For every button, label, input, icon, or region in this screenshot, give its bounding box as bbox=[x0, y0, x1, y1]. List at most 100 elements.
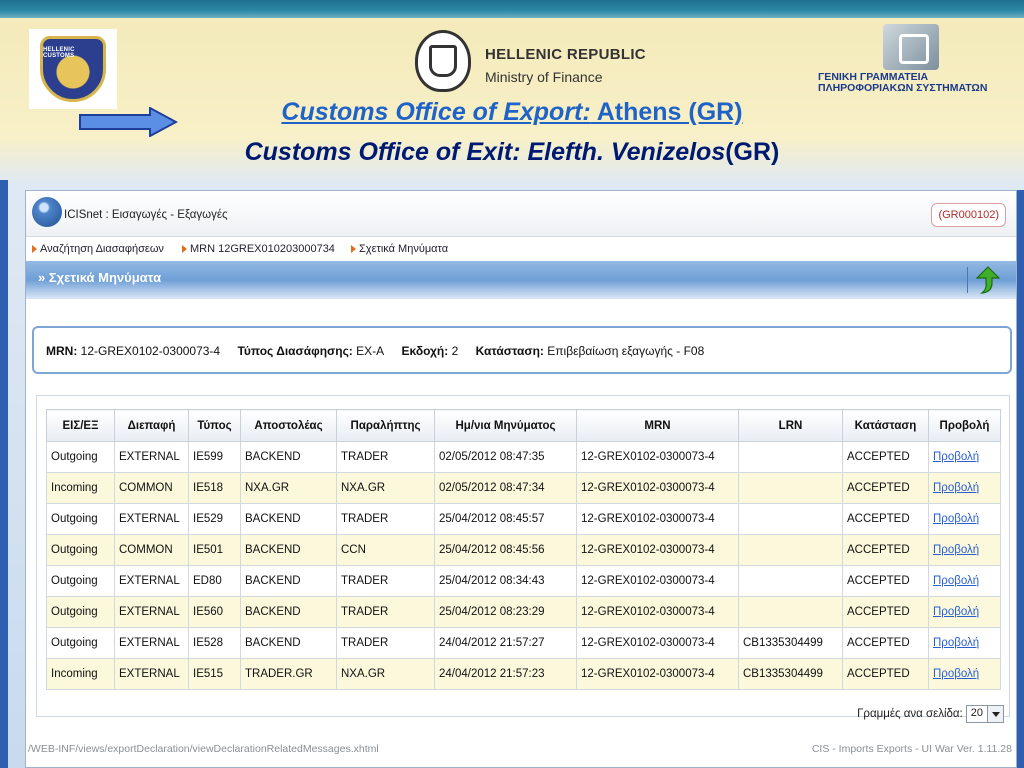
status-cell: ACCEPTED bbox=[842, 658, 929, 690]
mrn-cell: 12-GREX0102-0300073-4 bbox=[576, 503, 739, 535]
direction-cell: Outgoing bbox=[46, 627, 115, 659]
receiver-cell: TRADER bbox=[336, 627, 435, 659]
column-header[interactable]: Παραλήπτης bbox=[336, 409, 435, 442]
date-cell: 24/04/2012 21:57:23 bbox=[434, 658, 577, 690]
date-cell: 25/04/2012 08:23:29 bbox=[434, 596, 577, 628]
status-cell: ACCEPTED bbox=[842, 472, 929, 504]
mrn-cell: 12-GREX0102-0300073-4 bbox=[576, 627, 739, 659]
breadcrumb: Αναζήτηση Διασαφήσεων MRN 12GREX01020300… bbox=[26, 239, 1016, 259]
footer-version: CIS - Imports Exports - UI War Ver. 1.11… bbox=[811, 743, 1012, 755]
view-link[interactable]: Προβολή bbox=[933, 668, 979, 680]
view-link-cell: Προβολή bbox=[928, 565, 1001, 597]
breadcrumb-item-related-messages[interactable]: Σχετικά Μηνύματα bbox=[351, 243, 448, 255]
receiver-cell: TRADER bbox=[336, 565, 435, 597]
table-row[interactable]: Outgoing EXTERNAL IE560 BACKEND TRADER 25/04/… bbox=[46, 596, 1001, 628]
app-window: ICISnet : Εισαγωγές - Εξαγωγές (GR000102… bbox=[25, 190, 1017, 768]
rows-per-page: Γραμμές ανα σελίδα: 20 bbox=[857, 705, 1004, 723]
interface-cell: EXTERNAL bbox=[114, 503, 189, 535]
column-header[interactable]: Κατάσταση bbox=[842, 409, 929, 442]
mrn-value: 12-GREX0102-0300073-4 bbox=[80, 344, 221, 358]
table-row[interactable]: Outgoing COMMON IE501 BACKEND CCN 25/04/2012 … bbox=[46, 534, 1001, 566]
green-up-arrow-icon[interactable] bbox=[974, 265, 1002, 295]
receiver-cell: TRADER bbox=[336, 596, 435, 628]
mrn-cell: 12-GREX0102-0300073-4 bbox=[576, 565, 739, 597]
sender-cell: BACKEND bbox=[240, 565, 337, 597]
interface-cell: COMMON bbox=[114, 472, 189, 504]
interface-cell: EXTERNAL bbox=[114, 441, 189, 473]
breadcrumb-item-mrn[interactable]: MRN 12GREX010203000734 bbox=[182, 243, 335, 255]
interface-cell: COMMON bbox=[114, 534, 189, 566]
direction-cell: Outgoing bbox=[46, 565, 115, 597]
view-link[interactable]: Προβολή bbox=[933, 637, 979, 649]
view-link-cell: Προβολή bbox=[928, 627, 1001, 659]
column-header[interactable]: Ημ/νια Μηνύματος bbox=[434, 409, 577, 442]
rows-per-page-label: Γραμμές ανα σελίδα: bbox=[857, 708, 963, 720]
direction-cell: Outgoing bbox=[46, 441, 115, 473]
left-decorative-strip bbox=[0, 180, 8, 768]
table-header-row: ΕΙΣ/ΕΞ Διεπαφή Τύπος Αποστολέας Παραλήπτ… bbox=[46, 409, 1001, 442]
breadcrumb-item-search[interactable]: Αναζήτηση Διασαφήσεων bbox=[32, 243, 164, 255]
date-cell: 02/05/2012 08:47:34 bbox=[434, 472, 577, 504]
lrn-cell: CB1335304499 bbox=[738, 627, 843, 659]
column-header[interactable]: Διεπαφή bbox=[114, 409, 189, 442]
type-cell: ED80 bbox=[188, 565, 241, 597]
view-link[interactable]: Προβολή bbox=[933, 544, 979, 556]
table-row[interactable]: Outgoing EXTERNAL ED80 BACKEND TRADER 25/04/2… bbox=[46, 565, 1001, 597]
receiver-cell: NXA.GR bbox=[336, 658, 435, 690]
hellenic-customs-logo: HELLENIC CUSTOMS bbox=[29, 29, 117, 109]
user-code-badge[interactable]: (GR000102) bbox=[931, 203, 1006, 227]
rows-per-page-value: 20 bbox=[970, 707, 983, 719]
direction-cell: Outgoing bbox=[46, 534, 115, 566]
declaration-info-row: MRN: 12-GREX0102-0300073-4 Τύπος Διασάφη… bbox=[46, 344, 705, 358]
sender-cell: BACKEND bbox=[240, 596, 337, 628]
mrn-cell: 12-GREX0102-0300073-4 bbox=[576, 534, 739, 566]
status-cell: ACCEPTED bbox=[842, 596, 929, 628]
sender-cell: BACKEND bbox=[240, 534, 337, 566]
table-row[interactable]: Outgoing EXTERNAL IE599 BACKEND TRADER 02/05/… bbox=[46, 441, 1001, 473]
interface-cell: EXTERNAL bbox=[114, 596, 189, 628]
lrn-cell bbox=[738, 441, 843, 473]
column-header[interactable]: MRN bbox=[576, 409, 739, 442]
lrn-cell bbox=[738, 503, 843, 535]
direction-cell: Outgoing bbox=[46, 503, 115, 535]
view-link-cell: Προβολή bbox=[928, 472, 1001, 504]
top-decorative-strip bbox=[0, 0, 1024, 18]
rows-per-page-select[interactable]: 20 bbox=[965, 705, 1004, 723]
view-link[interactable]: Προβολή bbox=[933, 575, 979, 587]
column-header[interactable]: Αποστολέας bbox=[240, 409, 337, 442]
lrn-cell: CB1335304499 bbox=[738, 658, 843, 690]
receiver-cell: TRADER bbox=[336, 503, 435, 535]
table-row[interactable]: Incoming EXTERNAL IE515 TRADER.GR NXA.GR 24/0… bbox=[46, 658, 1001, 690]
column-header[interactable]: ΕΙΣ/ΕΞ bbox=[46, 409, 115, 442]
view-link[interactable]: Προβολή bbox=[933, 451, 979, 463]
status-cell: ACCEPTED bbox=[842, 565, 929, 597]
status-value: Επιβεβαίωση εξαγωγής - F08 bbox=[547, 344, 705, 358]
mrn-cell: 12-GREX0102-0300073-4 bbox=[576, 441, 739, 473]
column-header[interactable]: LRN bbox=[738, 409, 843, 442]
date-cell: 25/04/2012 08:45:57 bbox=[434, 503, 577, 535]
interface-cell: EXTERNAL bbox=[114, 565, 189, 597]
declaration-type-value: EX-A bbox=[356, 344, 385, 358]
view-link[interactable]: Προβολή bbox=[933, 482, 979, 494]
view-link[interactable]: Προβολή bbox=[933, 606, 979, 618]
footer-view-path: /WEB-INF/views/exportDeclaration/viewDec… bbox=[28, 743, 379, 755]
sender-cell: NXA.GR bbox=[240, 472, 337, 504]
chevron-down-icon[interactable] bbox=[987, 706, 1003, 722]
column-header[interactable]: Τύπος bbox=[188, 409, 241, 442]
table-row[interactable]: Incoming COMMON IE518 NXA.GR NXA.GR 02/05/201… bbox=[46, 472, 1001, 504]
view-link-cell: Προβολή bbox=[928, 596, 1001, 628]
status-cell: ACCEPTED bbox=[842, 627, 929, 659]
section-header-bar: » Σχετικά Μηνύματα bbox=[26, 261, 1016, 299]
direction-cell: Incoming bbox=[46, 658, 115, 690]
table-row[interactable]: Outgoing EXTERNAL IE528 BACKEND TRADER 24/04/… bbox=[46, 627, 1001, 659]
status-cell: ACCEPTED bbox=[842, 534, 929, 566]
coat-of-arms-icon bbox=[415, 30, 471, 92]
globe-icon bbox=[32, 197, 62, 227]
type-cell: IE501 bbox=[188, 534, 241, 566]
column-header[interactable]: Προβολή bbox=[928, 409, 1001, 442]
gg-logo-text: ΓΕΝΙΚΗ ΓΡΑΜΜΑΤΕΙΑ ΠΛΗΡΟΦΟΡΙΑΚΩΝ ΣΥΣΤΗΜΑΤ… bbox=[818, 71, 988, 94]
view-link-cell: Προβολή bbox=[928, 503, 1001, 535]
table-row[interactable]: Outgoing EXTERNAL IE529 BACKEND TRADER 25/04/… bbox=[46, 503, 1001, 535]
view-link[interactable]: Προβολή bbox=[933, 513, 979, 525]
direction-cell: Incoming bbox=[46, 472, 115, 504]
